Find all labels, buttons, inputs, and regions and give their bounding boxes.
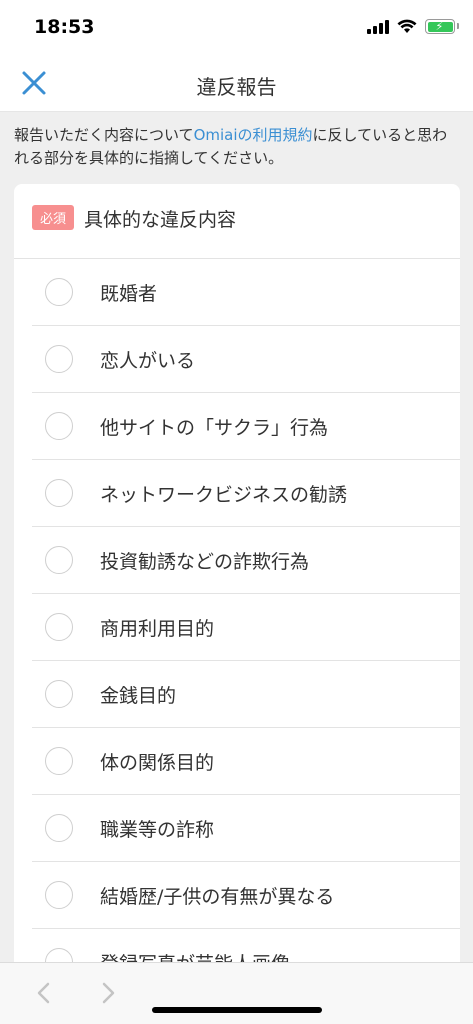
intro-text: 報告いただく内容についてOmiaiの利用規約に反していると思われる部分を具体的に… <box>0 112 473 184</box>
violation-option[interactable]: 投資勧誘などの詐欺行為 <box>32 527 460 594</box>
option-label: 投資勧誘などの詐欺行為 <box>100 550 310 573</box>
back-button[interactable] <box>32 979 56 1007</box>
radio-button[interactable] <box>45 747 73 775</box>
page-title: 違反報告 <box>196 75 277 99</box>
violation-option[interactable]: 結婚歴/子供の有無が異なる <box>32 862 460 929</box>
radio-button[interactable] <box>45 881 73 909</box>
chevron-right-icon <box>102 982 115 1004</box>
bottom-toolbar <box>0 962 473 1024</box>
option-label: 結婚歴/子供の有無が異なる <box>100 885 335 908</box>
violation-option[interactable]: 他サイトの「サクラ」行為 <box>32 393 460 460</box>
violation-options-list: 既婚者恋人がいる他サイトの「サクラ」行為 ネットワークビジネスの勧誘 投資勧誘などの… <box>14 259 460 962</box>
home-indicator <box>152 1007 322 1013</box>
section-title: 具体的な違反内容 <box>84 208 237 231</box>
radio-button[interactable] <box>45 948 73 962</box>
violation-option[interactable]: ネットワークビジネスの勧誘 <box>32 460 460 527</box>
option-label: 恋人がいる <box>100 349 196 372</box>
violation-form-card: 必須 具体的な違反内容 既婚者恋人がいる他サイトの「サクラ」行為 ネットワークビジ… <box>14 184 460 962</box>
option-label: 他サイトの「サクラ」行為 <box>100 416 329 439</box>
violation-option[interactable]: 体の関係目的 <box>32 728 460 795</box>
violation-section-header: 必須 具体的な違反内容 <box>14 184 460 259</box>
required-badge: 必須 <box>32 204 75 230</box>
violation-option[interactable]: 職業等の詐称 <box>32 795 460 862</box>
status-bar: 18:53 ⚡ <box>0 0 473 54</box>
battery-icon: ⚡ <box>425 19 459 34</box>
status-time: 18:53 <box>34 16 95 38</box>
violation-option[interactable]: 登録写真が芸能人画像 <box>32 929 460 962</box>
nav-bar: 違反報告 <box>0 54 473 112</box>
radio-button[interactable] <box>45 412 73 440</box>
radio-button[interactable] <box>45 613 73 641</box>
cellular-signal-icon <box>367 19 389 34</box>
option-label: 登録写真が芸能人画像 <box>100 949 290 963</box>
status-icons: ⚡ <box>367 19 459 34</box>
option-label: 体の関係目的 <box>100 751 215 774</box>
violation-option[interactable]: 金銭目的 <box>32 661 460 728</box>
violation-option[interactable]: 恋人がいる <box>32 326 460 393</box>
radio-button[interactable] <box>45 680 73 708</box>
radio-button[interactable] <box>45 278 73 306</box>
report-content: 報告いただく内容についてOmiaiの利用規約に反していると思われる部分を具体的に… <box>0 112 473 962</box>
chevron-left-icon <box>37 982 50 1004</box>
radio-button[interactable] <box>45 814 73 842</box>
terms-link[interactable]: Omiaiの利用規約 <box>194 126 313 144</box>
intro-text-before: 報告いただく内容について <box>14 126 194 144</box>
option-label: 金銭目的 <box>100 684 177 707</box>
wifi-icon <box>397 19 417 33</box>
radio-button[interactable] <box>45 479 73 507</box>
option-label: ネットワークビジネスの勧誘 <box>100 483 348 506</box>
violation-option[interactable]: 既婚者 <box>32 259 460 326</box>
option-label: 職業等の詐称 <box>100 818 215 841</box>
violation-option[interactable]: 商用利用目的 <box>32 594 460 661</box>
radio-button[interactable] <box>45 546 73 574</box>
option-label: 既婚者 <box>100 282 158 305</box>
forward-button[interactable] <box>96 979 120 1007</box>
option-label: 商用利用目的 <box>100 617 215 640</box>
radio-button[interactable] <box>45 345 73 373</box>
